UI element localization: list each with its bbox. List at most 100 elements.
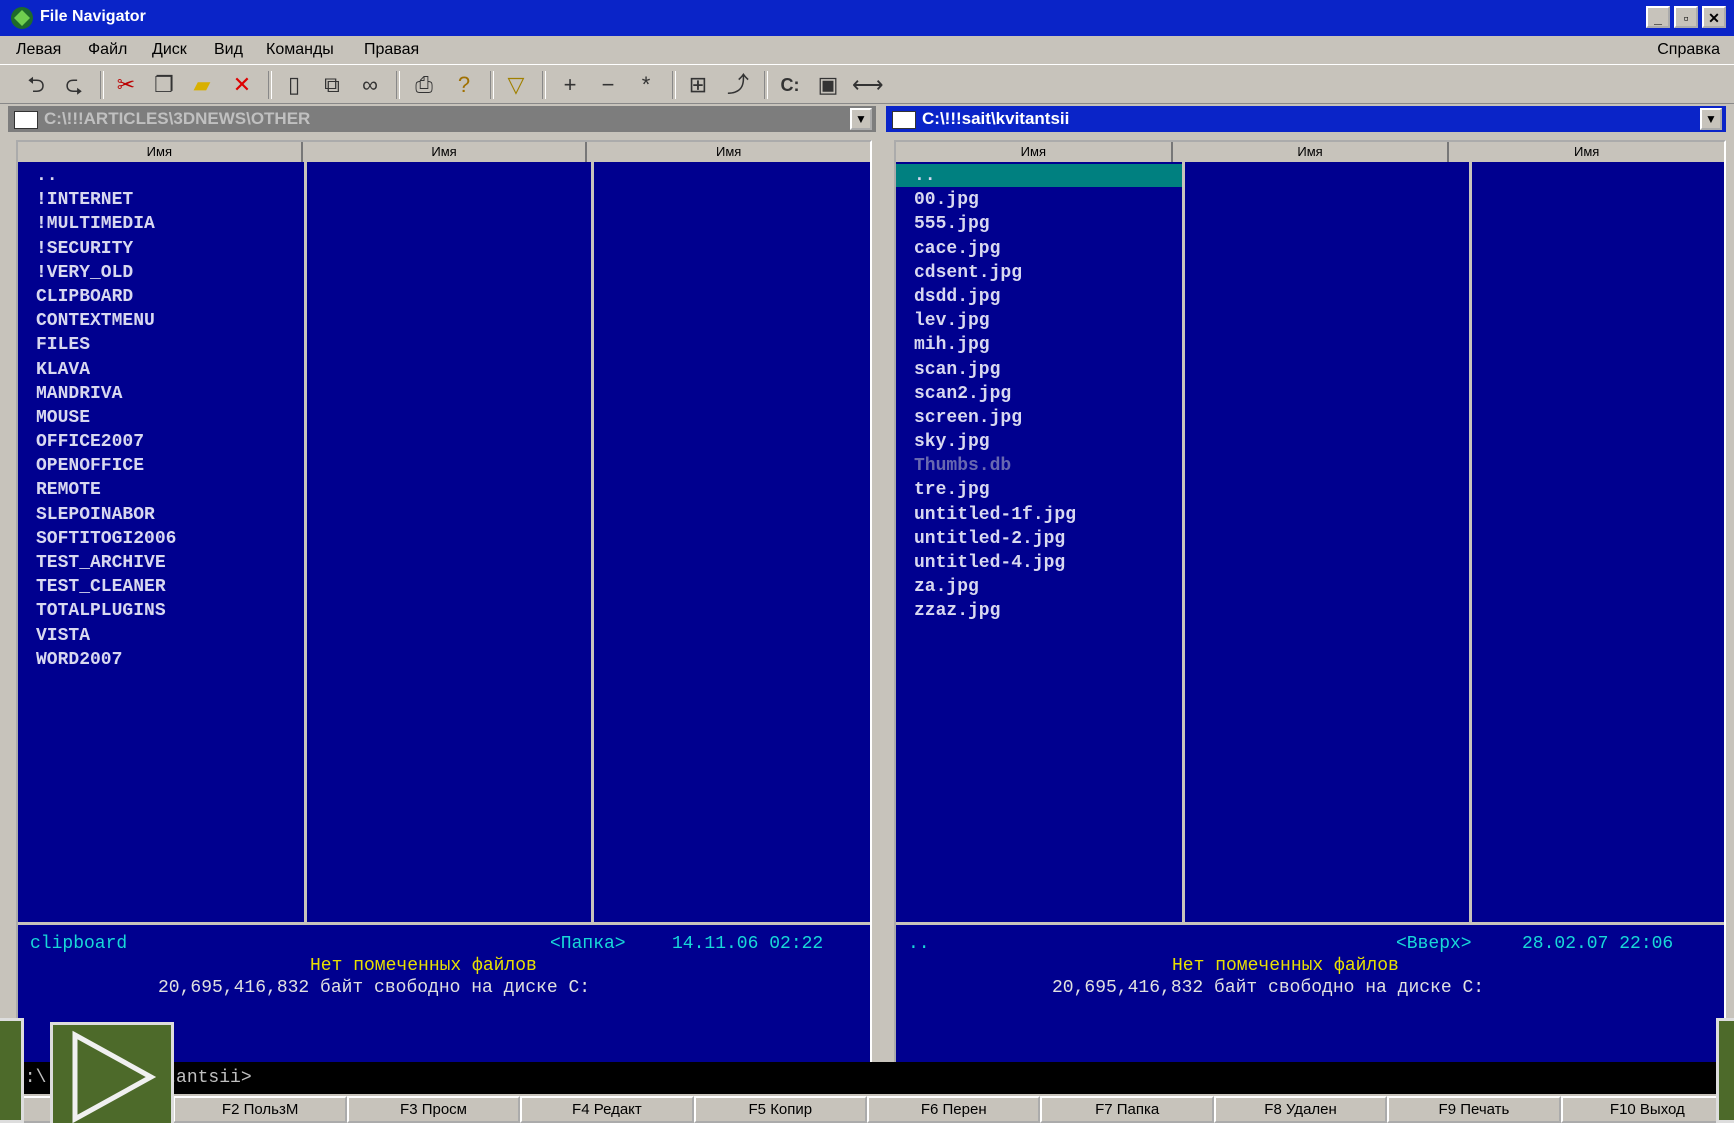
tree-view-icon[interactable]: ⊞ bbox=[684, 71, 712, 99]
cut-icon[interactable]: ✂ bbox=[112, 71, 140, 99]
print-icon[interactable]: ⎙ bbox=[410, 71, 438, 99]
column-header-name[interactable]: Имя bbox=[302, 142, 588, 162]
menu-commands[interactable]: Команды bbox=[266, 41, 334, 59]
list-item[interactable]: TEST_CLEANER bbox=[36, 575, 176, 599]
title-bar[interactable]: File Navigator _ ▫ ✕ bbox=[0, 0, 1734, 36]
f5-button[interactable]: F5 Копир bbox=[693, 1096, 868, 1123]
list-item[interactable]: dsdd.jpg bbox=[914, 285, 1076, 309]
list-item[interactable]: CLIPBOARD bbox=[36, 285, 176, 309]
copy-icon[interactable]: ❐ bbox=[150, 71, 178, 99]
close-button[interactable]: ✕ bbox=[1702, 6, 1726, 28]
column-header-name[interactable]: Имя bbox=[1172, 142, 1450, 162]
slide-prev-button[interactable] bbox=[0, 1018, 24, 1123]
select-all-icon[interactable]: * bbox=[632, 71, 660, 99]
select-minus-icon[interactable]: − bbox=[594, 71, 622, 99]
go-up-icon[interactable]: ⤴ bbox=[724, 71, 752, 99]
list-item[interactable]: cace.jpg bbox=[914, 237, 1076, 261]
list-item[interactable]: sky.jpg bbox=[914, 430, 1076, 454]
left-file-area[interactable]: Имя Имя Имя .. !INTERNET !MULTIMEDIA !SE… bbox=[16, 140, 872, 1078]
list-item[interactable]: !INTERNET bbox=[36, 188, 176, 212]
compare-icon[interactable]: ⧉ bbox=[318, 71, 346, 99]
f8-button[interactable]: F8 Удален bbox=[1213, 1096, 1388, 1123]
list-item[interactable]: OPENOFFICE bbox=[36, 454, 176, 478]
list-item[interactable]: SOFTITOGI2006 bbox=[36, 527, 176, 551]
column-header-name[interactable]: Имя bbox=[896, 142, 1173, 162]
list-item[interactable]: .. bbox=[914, 164, 1076, 188]
menu-disk[interactable]: Диск bbox=[152, 41, 187, 59]
drive-c-button[interactable]: C: bbox=[776, 71, 804, 99]
select-plus-icon[interactable]: + bbox=[556, 71, 584, 99]
status-free-space: 20,695,416,832 байт свободно на диске C: bbox=[158, 978, 591, 998]
list-item[interactable]: tre.jpg bbox=[914, 478, 1076, 502]
list-item[interactable]: CONTEXTMENU bbox=[36, 309, 176, 333]
list-item[interactable]: VISTA bbox=[36, 624, 176, 648]
swap-panels-icon[interactable]: ⟷ bbox=[852, 71, 884, 99]
list-item[interactable]: 555.jpg bbox=[914, 212, 1076, 236]
delete-icon[interactable]: ✕ bbox=[228, 71, 256, 99]
f3-button[interactable]: F3 Просм bbox=[346, 1096, 521, 1123]
list-item[interactable]: KLAVA bbox=[36, 358, 176, 382]
list-item[interactable]: Thumbs.db bbox=[914, 454, 1076, 478]
command-line[interactable]: C:\!!!sait\kvitantsii> bbox=[0, 1062, 1734, 1094]
forward-icon[interactable]: ⮎ bbox=[60, 71, 88, 99]
toolbar-separator bbox=[268, 71, 272, 99]
f10-button[interactable]: F10 Выход bbox=[1560, 1096, 1734, 1123]
find-binoculars-icon[interactable]: ∞ bbox=[356, 71, 384, 99]
list-item[interactable]: OFFICE2007 bbox=[36, 430, 176, 454]
back-icon[interactable]: ⮌ bbox=[22, 71, 50, 99]
list-item[interactable]: 00.jpg bbox=[914, 188, 1076, 212]
right-file-area[interactable]: Имя Имя Имя .. 00.jpg 555.jpg cace.jpg c… bbox=[894, 140, 1726, 1078]
menu-right[interactable]: Правая bbox=[364, 41, 419, 59]
menu-left[interactable]: Левая bbox=[16, 41, 61, 59]
list-item[interactable]: TEST_ARCHIVE bbox=[36, 551, 176, 575]
left-path-bar[interactable]: C:\!!!ARTICLES\3DNEWS\OTHER ▼ bbox=[8, 106, 876, 132]
list-item[interactable]: WORD2007 bbox=[36, 648, 176, 672]
list-item[interactable]: REMOTE bbox=[36, 478, 176, 502]
list-item[interactable]: TOTALPLUGINS bbox=[36, 599, 176, 623]
list-item[interactable]: untitled-2.jpg bbox=[914, 527, 1076, 551]
list-item[interactable]: .. bbox=[36, 164, 176, 188]
list-item[interactable]: MANDRIVA bbox=[36, 382, 176, 406]
list-item[interactable]: untitled-1f.jpg bbox=[914, 503, 1076, 527]
chevron-down-icon[interactable]: ▼ bbox=[1700, 108, 1722, 130]
list-item[interactable]: screen.jpg bbox=[914, 406, 1076, 430]
filter-icon[interactable]: ▽ bbox=[502, 71, 530, 99]
column-header-name[interactable]: Имя bbox=[1449, 142, 1724, 162]
list-item[interactable]: cdsent.jpg bbox=[914, 261, 1076, 285]
list-item[interactable]: SLEPOINABOR bbox=[36, 503, 176, 527]
slide-end-button[interactable] bbox=[1716, 1018, 1734, 1123]
list-item[interactable]: !SECURITY bbox=[36, 237, 176, 261]
list-item[interactable]: zzaz.jpg bbox=[914, 599, 1076, 623]
maximize-button[interactable]: ▫ bbox=[1674, 6, 1698, 28]
column-header-name[interactable]: Имя bbox=[587, 142, 870, 162]
drive-list-icon[interactable]: ▣ bbox=[814, 71, 842, 99]
slide-next-button[interactable] bbox=[50, 1022, 174, 1123]
f4-button[interactable]: F4 Редакт bbox=[520, 1096, 694, 1123]
f2-button[interactable]: F2 ПользМ bbox=[173, 1096, 347, 1123]
list-item[interactable]: scan2.jpg bbox=[914, 382, 1076, 406]
list-item[interactable]: !VERY_OLD bbox=[36, 261, 176, 285]
right-path-bar[interactable]: C:\!!!sait\kvitantsii ▼ bbox=[886, 106, 1726, 132]
new-file-icon[interactable]: ▯ bbox=[280, 71, 308, 99]
minimize-button[interactable]: _ bbox=[1646, 6, 1670, 28]
list-item[interactable]: FILES bbox=[36, 333, 176, 357]
help-icon[interactable]: ? bbox=[450, 71, 478, 99]
list-item[interactable]: !MULTIMEDIA bbox=[36, 212, 176, 236]
list-item[interactable]: untitled-4.jpg bbox=[914, 551, 1076, 575]
folder-icon[interactable]: ▰ bbox=[188, 71, 216, 99]
f6-button[interactable]: F6 Перен bbox=[867, 1096, 1041, 1123]
toolbar-separator bbox=[542, 71, 546, 99]
list-item[interactable]: mih.jpg bbox=[914, 333, 1076, 357]
list-item[interactable]: za.jpg bbox=[914, 575, 1076, 599]
f7-button[interactable]: F7 Папка bbox=[1040, 1096, 1214, 1123]
f9-button[interactable]: F9 Печать bbox=[1387, 1096, 1561, 1123]
list-item[interactable]: scan.jpg bbox=[914, 358, 1076, 382]
chevron-down-icon[interactable]: ▼ bbox=[850, 108, 872, 130]
menu-view[interactable]: Вид bbox=[214, 41, 243, 59]
menu-file[interactable]: Файл bbox=[88, 41, 127, 59]
list-item[interactable]: MOUSE bbox=[36, 406, 176, 430]
menu-help[interactable]: Справка bbox=[1657, 41, 1720, 59]
play-icon bbox=[72, 1030, 157, 1123]
column-header-name[interactable]: Имя bbox=[18, 142, 303, 162]
list-item[interactable]: lev.jpg bbox=[914, 309, 1076, 333]
